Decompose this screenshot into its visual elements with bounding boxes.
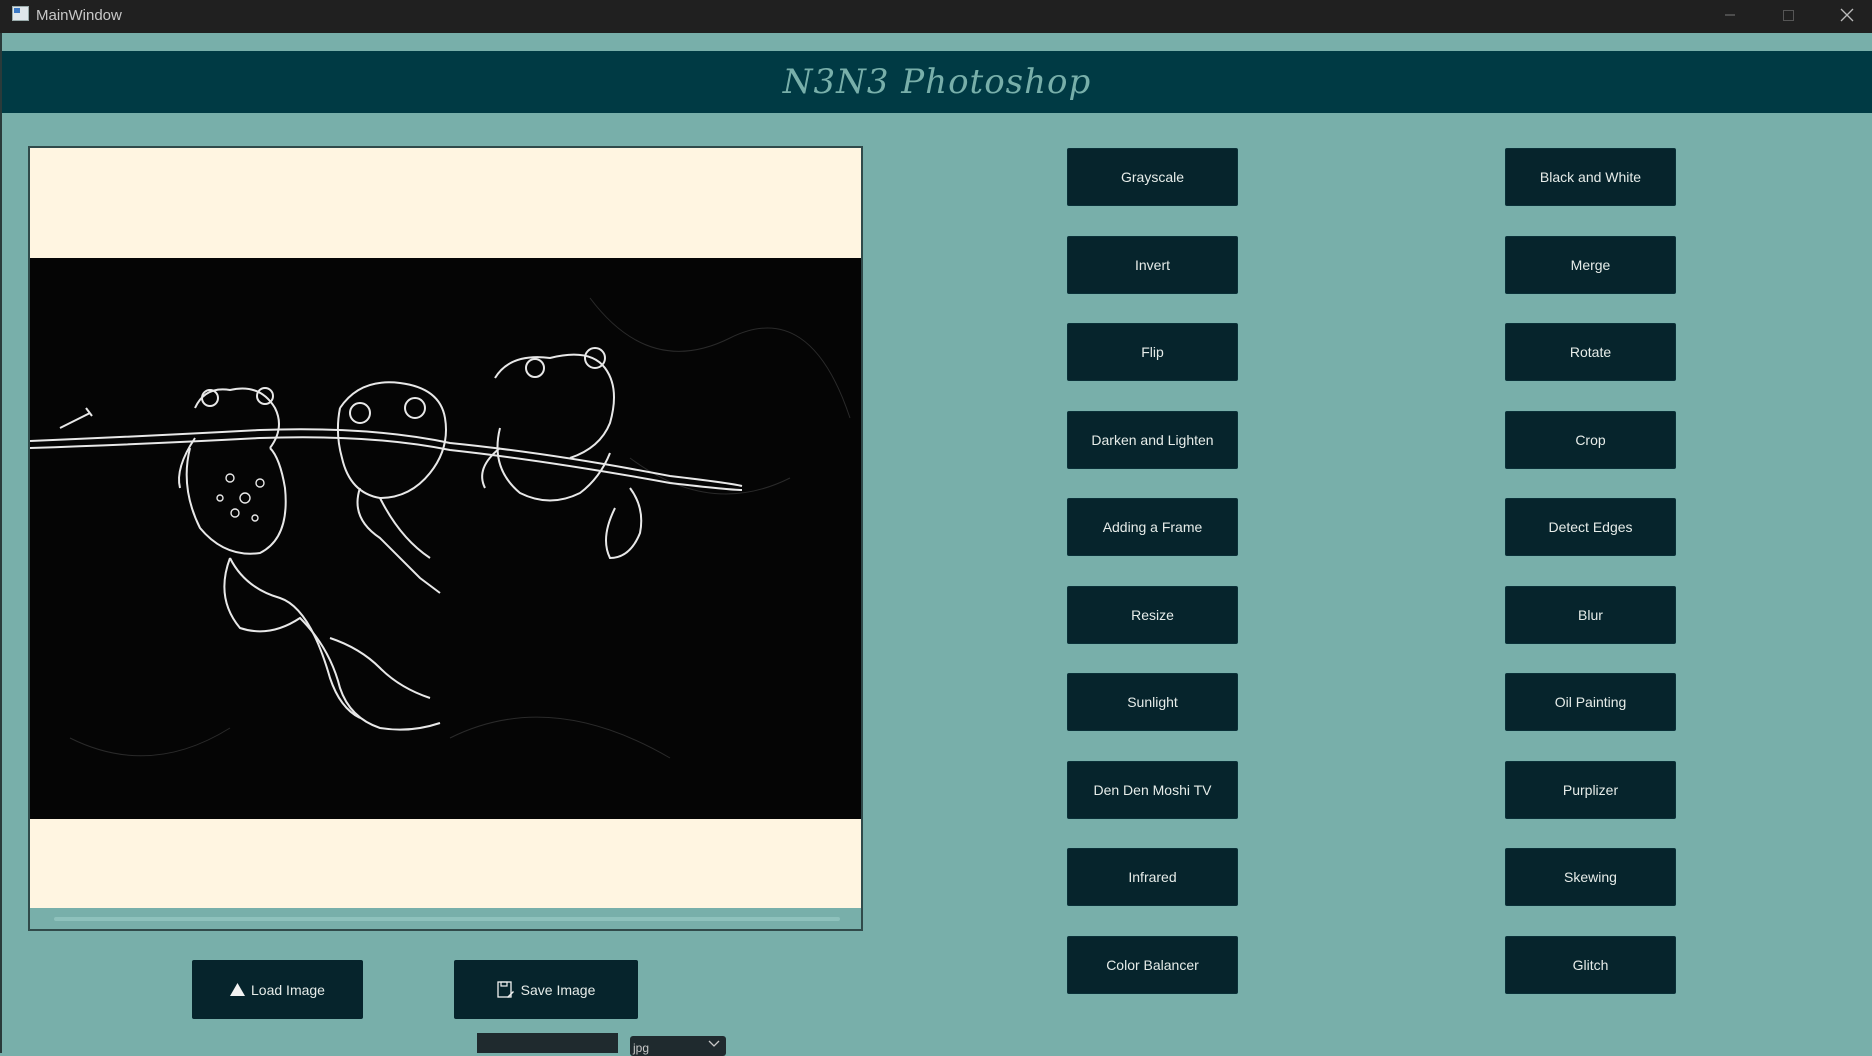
crop-button[interactable]: Crop <box>1505 411 1676 469</box>
load-image-label: Load Image <box>251 981 325 998</box>
load-image-button[interactable]: Load Image <box>192 960 363 1019</box>
image-preview <box>30 258 861 819</box>
save-disk-icon <box>496 980 514 998</box>
minimize-button[interactable] <box>1712 4 1748 26</box>
close-button[interactable] <box>1829 4 1865 26</box>
window-titlebar: MainWindow <box>0 0 1872 33</box>
window-left-edge <box>0 33 2 1053</box>
scrollbar-thumb[interactable] <box>54 917 840 921</box>
invert-button[interactable]: Invert <box>1067 236 1238 294</box>
close-icon <box>1840 8 1854 22</box>
maximize-button[interactable] <box>1770 4 1806 26</box>
chevron-down-icon <box>708 1040 720 1047</box>
darken-lighten-button[interactable]: Darken and Lighten <box>1067 411 1238 469</box>
minimize-icon <box>1725 14 1735 16</box>
horizontal-scrollbar[interactable] <box>30 908 861 929</box>
black-and-white-button[interactable]: Black and White <box>1505 148 1676 206</box>
blur-button[interactable]: Blur <box>1505 586 1676 644</box>
color-balancer-button[interactable]: Color Balancer <box>1067 936 1238 994</box>
den-den-moshi-tv-button[interactable]: Den Den Moshi TV <box>1067 761 1238 819</box>
maximize-icon <box>1783 10 1794 21</box>
save-image-button[interactable]: Save Image <box>454 960 638 1019</box>
detect-edges-button[interactable]: Detect Edges <box>1505 498 1676 556</box>
glitch-button[interactable]: Glitch <box>1505 936 1676 994</box>
purplizer-button[interactable]: Purplizer <box>1505 761 1676 819</box>
output-name-field[interactable] <box>477 1033 618 1053</box>
oil-painting-button[interactable]: Oil Painting <box>1505 673 1676 731</box>
app-title: N3N3 Photoshop <box>782 62 1092 102</box>
edge-detected-frogs-image <box>30 258 861 819</box>
image-viewer[interactable] <box>28 146 863 931</box>
resize-button[interactable]: Resize <box>1067 586 1238 644</box>
app-header: N3N3 Photoshop <box>2 51 1872 113</box>
sunlight-button[interactable]: Sunlight <box>1067 673 1238 731</box>
window-title: MainWindow <box>36 7 122 24</box>
upload-triangle-icon <box>230 983 246 996</box>
flip-button[interactable]: Flip <box>1067 323 1238 381</box>
rotate-button[interactable]: Rotate <box>1505 323 1676 381</box>
merge-button[interactable]: Merge <box>1505 236 1676 294</box>
format-select[interactable]: jpg <box>630 1036 726 1056</box>
add-frame-button[interactable]: Adding a Frame <box>1067 498 1238 556</box>
save-image-label: Save Image <box>520 981 596 998</box>
window-app-icon <box>12 6 29 21</box>
grayscale-button[interactable]: Grayscale <box>1067 148 1238 206</box>
infrared-button[interactable]: Infrared <box>1067 848 1238 906</box>
skewing-button[interactable]: Skewing <box>1505 848 1676 906</box>
